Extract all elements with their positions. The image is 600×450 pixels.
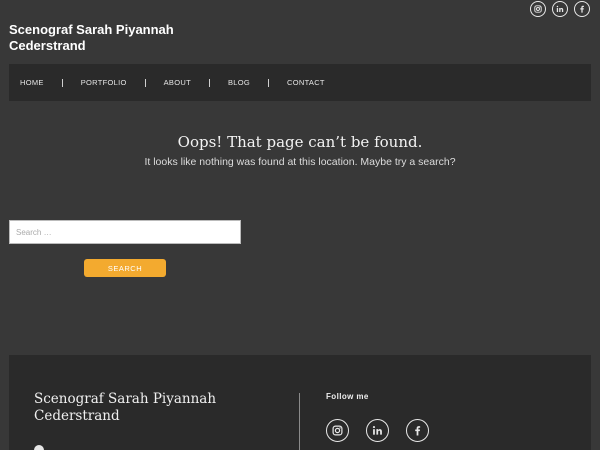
follow-label: Follow me	[326, 392, 369, 401]
footer-divider	[299, 393, 300, 450]
facebook-icon[interactable]	[406, 419, 429, 442]
footer-social-links	[326, 419, 429, 442]
main-navigation: HOME PORTFOLIO ABOUT BLOG CONTACT	[9, 64, 591, 101]
footer-title: Scenograf Sarah Piyannah Cederstrand	[34, 391, 217, 424]
nav-item-about[interactable]: ABOUT	[164, 78, 191, 87]
nav-separator	[268, 78, 269, 87]
instagram-icon[interactable]	[326, 419, 349, 442]
linkedin-icon[interactable]	[366, 419, 389, 442]
footer: Scenograf Sarah Piyannah Cederstrand Fol…	[9, 355, 591, 450]
not-found-message: It looks like nothing was found at this …	[144, 156, 456, 168]
footer-address	[34, 445, 50, 450]
site-title[interactable]: Scenograf Sarah Piyannah Cederstrand	[9, 22, 249, 54]
nav-separator	[144, 78, 146, 87]
nav-item-portfolio[interactable]: PORTFOLIO	[81, 78, 127, 87]
nav-item-home[interactable]: HOME	[20, 78, 44, 87]
page-title: Oops! That page can’t be found.	[177, 133, 423, 151]
nav-item-blog[interactable]: BLOG	[228, 78, 250, 87]
nav-separator	[61, 78, 63, 87]
search-button[interactable]: SEARCH	[84, 259, 166, 277]
nav-separator	[208, 78, 210, 87]
page: Scenograf Sarah Piyannah Cederstrand HOM…	[0, 0, 600, 450]
header-social-links	[530, 1, 590, 17]
linkedin-icon[interactable]	[552, 1, 568, 17]
facebook-icon[interactable]	[574, 1, 590, 17]
nav-item-contact[interactable]: CONTACT	[287, 78, 325, 87]
search-input[interactable]	[9, 220, 241, 244]
location-pin-icon	[34, 445, 44, 450]
instagram-icon[interactable]	[530, 1, 546, 17]
